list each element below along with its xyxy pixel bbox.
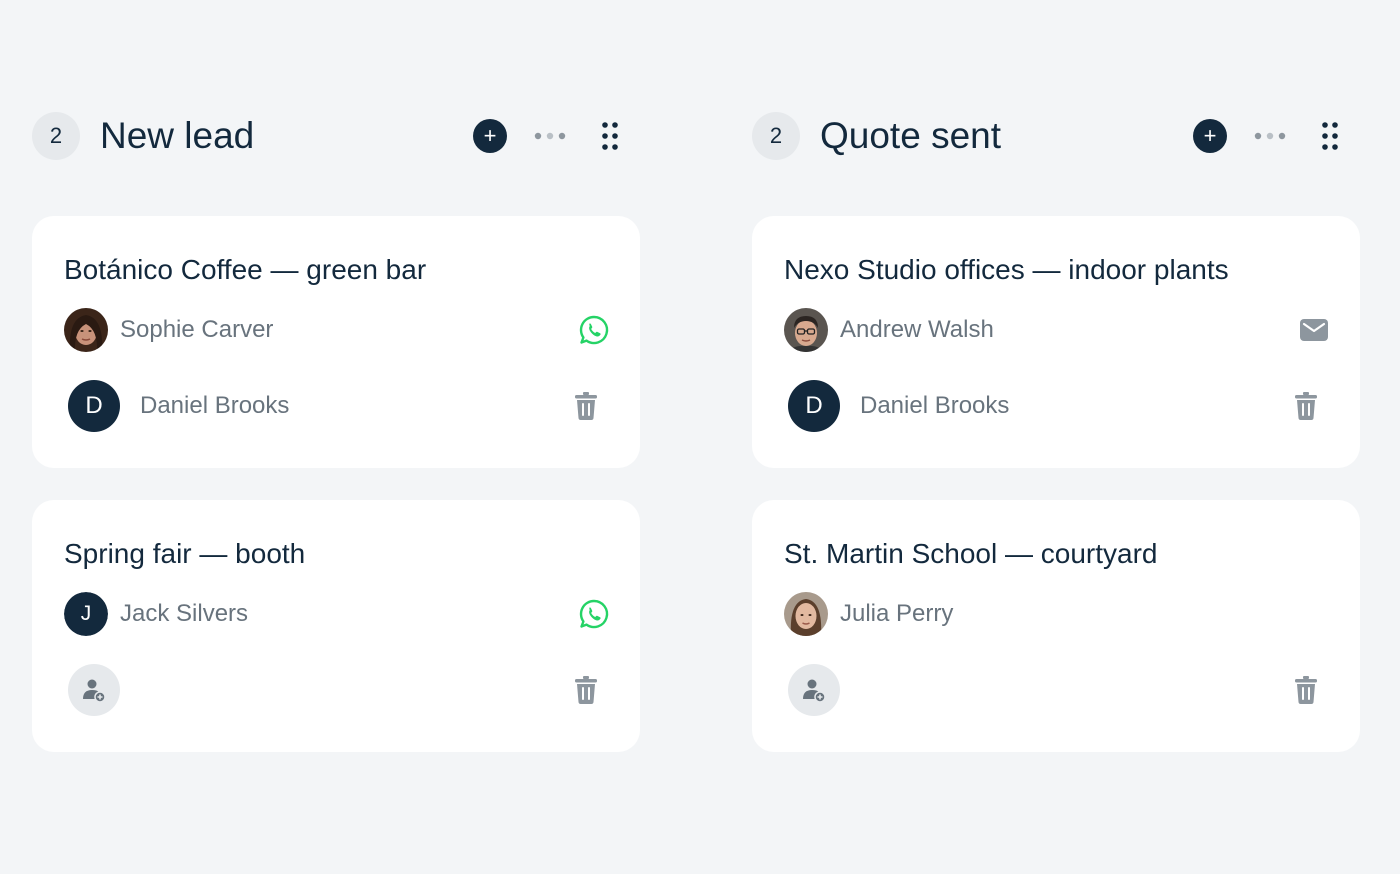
owner-row xyxy=(68,664,612,716)
contact-row: J Jack Silvers xyxy=(64,592,612,636)
contact-row: Andrew Walsh xyxy=(784,308,1332,352)
owner-avatar[interactable]: D xyxy=(788,380,840,432)
add-user-icon xyxy=(83,679,106,703)
delete-card-button[interactable] xyxy=(570,390,602,422)
contact-avatar: J xyxy=(64,592,108,636)
contact-avatar xyxy=(64,308,108,352)
more-dots-icon xyxy=(1254,132,1286,140)
owner-avatar[interactable]: D xyxy=(68,380,120,432)
owner-row: D Daniel Brooks xyxy=(68,380,612,432)
whatsapp-icon xyxy=(579,315,609,345)
assign-owner-button[interactable] xyxy=(68,664,120,716)
column-title: New lead xyxy=(100,115,255,156)
contact-name: Jack Silvers xyxy=(120,600,249,627)
email-button[interactable] xyxy=(1296,312,1332,348)
lead-card[interactable]: Botánico Coffee — green bar Sophie Carve… xyxy=(32,216,640,468)
column-count-badge: 2 xyxy=(752,112,800,160)
column-header: 2 Quote sent + xyxy=(752,112,1360,160)
drag-grip-icon xyxy=(602,122,618,150)
trash-icon xyxy=(1295,392,1317,420)
assign-owner-button[interactable] xyxy=(788,664,840,716)
trash-icon xyxy=(575,392,597,420)
plus-icon: + xyxy=(1193,119,1227,153)
whatsapp-button[interactable] xyxy=(576,312,612,348)
drag-grip-icon xyxy=(1322,122,1338,150)
more-options-button[interactable] xyxy=(530,112,570,160)
column-title: Quote sent xyxy=(820,115,1002,156)
plus-icon: + xyxy=(473,119,507,153)
column-header: 2 New lead + xyxy=(32,112,640,160)
more-options-button[interactable] xyxy=(1250,112,1290,160)
add-card-button[interactable]: + xyxy=(470,112,510,160)
email-icon xyxy=(1300,319,1328,341)
trash-icon xyxy=(575,676,597,704)
trash-icon xyxy=(1295,676,1317,704)
card-title: St. Martin School — courtyard xyxy=(784,538,1158,569)
contact-name: Andrew Walsh xyxy=(840,316,994,343)
add-card-button[interactable]: + xyxy=(1190,112,1230,160)
contact-name: Sophie Carver xyxy=(120,316,274,343)
contact-row: Julia Perry xyxy=(784,592,1332,636)
lead-card[interactable]: Nexo Studio offices — indoor plants Andr… xyxy=(752,216,1360,468)
contact-row: Sophie Carver xyxy=(64,308,612,352)
owner-row: D Daniel Brooks xyxy=(788,380,1332,432)
delete-card-button[interactable] xyxy=(1290,390,1322,422)
card-title: Botánico Coffee — green bar xyxy=(64,254,427,285)
more-dots-icon xyxy=(534,132,566,140)
lead-card[interactable]: Spring fair — booth J Jack Silvers xyxy=(32,500,640,752)
drag-handle[interactable] xyxy=(590,112,630,160)
contact-avatar xyxy=(784,592,828,636)
pipeline-board: 2 New lead + Botánico Coffee — green bar xyxy=(0,0,1400,874)
delete-card-button[interactable] xyxy=(1290,674,1322,706)
owner-name: Daniel Brooks xyxy=(140,392,290,419)
column-count-badge: 2 xyxy=(32,112,80,160)
owner-name: Daniel Brooks xyxy=(860,392,1010,419)
contact-avatar xyxy=(784,308,828,352)
owner-row xyxy=(788,664,1332,716)
contact-initial: J xyxy=(64,592,108,636)
drag-handle[interactable] xyxy=(1310,112,1350,160)
add-user-icon xyxy=(803,679,826,703)
whatsapp-icon xyxy=(579,599,609,629)
card-title: Spring fair — booth xyxy=(64,538,306,569)
card-title: Nexo Studio offices — indoor plants xyxy=(784,254,1229,285)
whatsapp-button[interactable] xyxy=(576,596,612,632)
lead-card[interactable]: St. Martin School — courtyard Julia Perr… xyxy=(752,500,1360,752)
delete-card-button[interactable] xyxy=(570,674,602,706)
contact-name: Julia Perry xyxy=(840,600,954,627)
